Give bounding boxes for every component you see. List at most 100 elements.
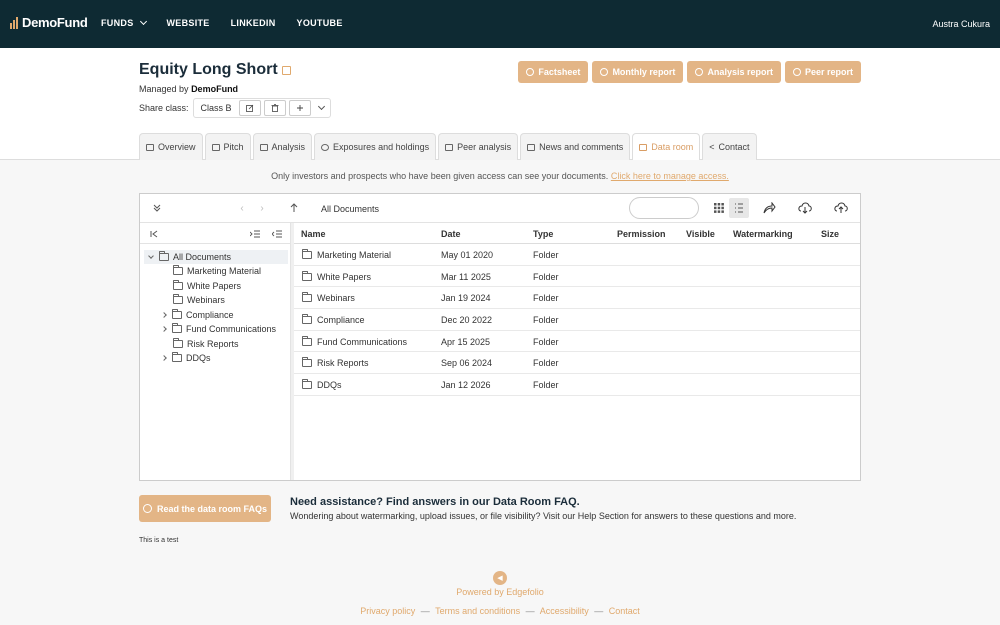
- table-header: Name Date Type Permission Visible Waterm…: [294, 223, 860, 244]
- tab-label: Overview: [158, 142, 196, 152]
- share-class-dropdown[interactable]: [314, 102, 330, 111]
- tab-news[interactable]: News and comments: [520, 133, 631, 160]
- tree-item[interactable]: White Papers: [173, 279, 241, 293]
- forward-icon[interactable]: ›: [256, 202, 268, 214]
- upload-icon[interactable]: [834, 202, 848, 214]
- table-row[interactable]: Marketing Material May 01 2020 Folder: [294, 244, 860, 266]
- breadcrumb[interactable]: All Documents: [321, 204, 379, 214]
- analysis-icon: [259, 143, 268, 151]
- manage-access-link[interactable]: Click here to manage access.: [611, 171, 729, 181]
- accessibility-link[interactable]: Accessibility: [540, 606, 589, 616]
- add-class-button[interactable]: [288, 100, 311, 116]
- column-header-type[interactable]: Type: [533, 229, 553, 239]
- tab-data-room[interactable]: Data room: [632, 133, 701, 160]
- nav-item-website[interactable]: WEBSITE: [167, 18, 210, 28]
- column-header-name[interactable]: Name: [301, 229, 326, 239]
- tab-analysis[interactable]: Analysis: [252, 133, 313, 160]
- privacy-policy-link[interactable]: Privacy policy: [360, 606, 415, 616]
- column-header-size[interactable]: Size: [821, 229, 839, 239]
- expand-icon[interactable]: [148, 253, 154, 259]
- delete-class-button[interactable]: [263, 100, 286, 116]
- nav-item-linkedin[interactable]: LINKEDIN: [231, 18, 276, 28]
- list-view-button[interactable]: [729, 198, 749, 218]
- table-row[interactable]: Compliance Dec 20 2022 Folder: [294, 309, 860, 331]
- tab-exposures[interactable]: Exposures and holdings: [314, 133, 437, 160]
- tree-toolbar: [140, 223, 290, 244]
- cell-name: Marketing Material: [317, 250, 392, 260]
- edit-icon[interactable]: [281, 65, 291, 75]
- tab-label: Pitch: [223, 142, 244, 152]
- folder-icon: [173, 338, 183, 348]
- nav-item-funds[interactable]: FUNDS: [101, 17, 147, 28]
- tab-contact[interactable]: < Contact: [702, 133, 757, 160]
- monthly-report-button[interactable]: Monthly report: [592, 61, 684, 83]
- expand-tree-icon[interactable]: [249, 228, 261, 240]
- access-notice: Only investors and prospects who have be…: [0, 171, 1000, 181]
- tree-item[interactable]: Risk Reports: [173, 337, 239, 351]
- tree-item-label: Marketing Material: [187, 266, 262, 276]
- managed-by: Managed by DemoFund: [139, 84, 238, 94]
- tree-item[interactable]: Webinars: [173, 293, 225, 307]
- table-row[interactable]: DDQs Jan 12 2026 Folder: [294, 374, 860, 396]
- terms-link[interactable]: Terms and conditions: [435, 606, 520, 616]
- collapse-left-icon[interactable]: [148, 228, 160, 240]
- manager-name[interactable]: DemoFund: [191, 84, 238, 94]
- expand-icon[interactable]: [161, 355, 167, 361]
- column-header-visible[interactable]: Visible: [686, 229, 715, 239]
- share-class-value[interactable]: Class B: [194, 103, 239, 113]
- search-input[interactable]: [629, 197, 699, 219]
- grid-view-icon[interactable]: [713, 202, 725, 214]
- collapse-tree-icon[interactable]: [271, 228, 283, 240]
- factsheet-button[interactable]: Factsheet: [518, 61, 589, 83]
- analysis-report-button[interactable]: Analysis report: [687, 61, 781, 83]
- back-icon[interactable]: ‹: [236, 202, 248, 214]
- column-header-date[interactable]: Date: [441, 229, 461, 239]
- nav-item-label: YOUTUBE: [296, 18, 343, 28]
- tree-item[interactable]: Fund Communications: [161, 322, 276, 336]
- collapse-all-icon[interactable]: [151, 202, 163, 214]
- table-row[interactable]: Webinars Jan 19 2024 Folder: [294, 287, 860, 310]
- cell-type: Folder: [533, 271, 559, 282]
- print-icon: [600, 68, 609, 76]
- tree-item-all-documents[interactable]: All Documents: [144, 250, 288, 264]
- user-menu[interactable]: Austra Cukura: [932, 19, 990, 29]
- bar-chart-icon: [445, 143, 454, 151]
- nav-item-youtube[interactable]: YOUTUBE: [297, 18, 343, 28]
- report-label: Peer report: [804, 67, 853, 77]
- tab-overview[interactable]: Overview: [139, 133, 203, 160]
- contact-link[interactable]: Contact: [609, 606, 640, 616]
- cell-type: Folder: [533, 358, 559, 369]
- column-header-permission[interactable]: Permission: [617, 229, 666, 239]
- table-row[interactable]: White Papers Mar 11 2025 Folder: [294, 266, 860, 288]
- tree-item[interactable]: Marketing Material: [173, 264, 261, 278]
- peer-report-button[interactable]: Peer report: [784, 61, 861, 83]
- download-icon[interactable]: [798, 202, 812, 214]
- up-arrow-icon[interactable]: [288, 202, 300, 214]
- help-body: Wondering about watermarking, upload iss…: [290, 511, 797, 521]
- cell-name: Risk Reports: [317, 358, 369, 369]
- fund-header: Equity Long Short Managed by DemoFund Sh…: [0, 48, 1000, 160]
- cell-type: Folder: [533, 380, 559, 391]
- logo-bars-icon: [10, 16, 18, 29]
- column-header-watermarking[interactable]: Watermarking: [733, 229, 793, 239]
- powered-by[interactable]: Powered by Edgefolio: [0, 587, 1000, 597]
- tab-pitch[interactable]: Pitch: [204, 133, 251, 160]
- report-label: Monthly report: [612, 67, 676, 77]
- edit-class-button[interactable]: [238, 100, 261, 116]
- tree-item[interactable]: DDQs: [161, 351, 211, 365]
- chevron-down-icon: [139, 17, 147, 26]
- tab-label: Peer analysis: [457, 142, 512, 152]
- expand-icon[interactable]: [161, 312, 167, 318]
- tree-item[interactable]: Compliance: [161, 308, 234, 322]
- table-row[interactable]: Risk Reports Sep 06 2024 Folder: [294, 352, 860, 375]
- faq-button[interactable]: Read the data room FAQs: [139, 495, 271, 522]
- expand-icon[interactable]: [161, 326, 167, 332]
- tab-label: Exposures and holdings: [333, 142, 430, 152]
- logo[interactable]: DemoFund: [10, 15, 88, 30]
- table-row[interactable]: Fund Communications Apr 15 2025 Folder: [294, 331, 860, 353]
- share-icon[interactable]: [762, 202, 776, 214]
- cell-date: Mar 11 2025: [441, 271, 491, 282]
- tab-peer-analysis[interactable]: Peer analysis: [438, 133, 519, 160]
- cell-date: Apr 15 2025: [441, 336, 491, 347]
- folder-icon: [173, 294, 183, 304]
